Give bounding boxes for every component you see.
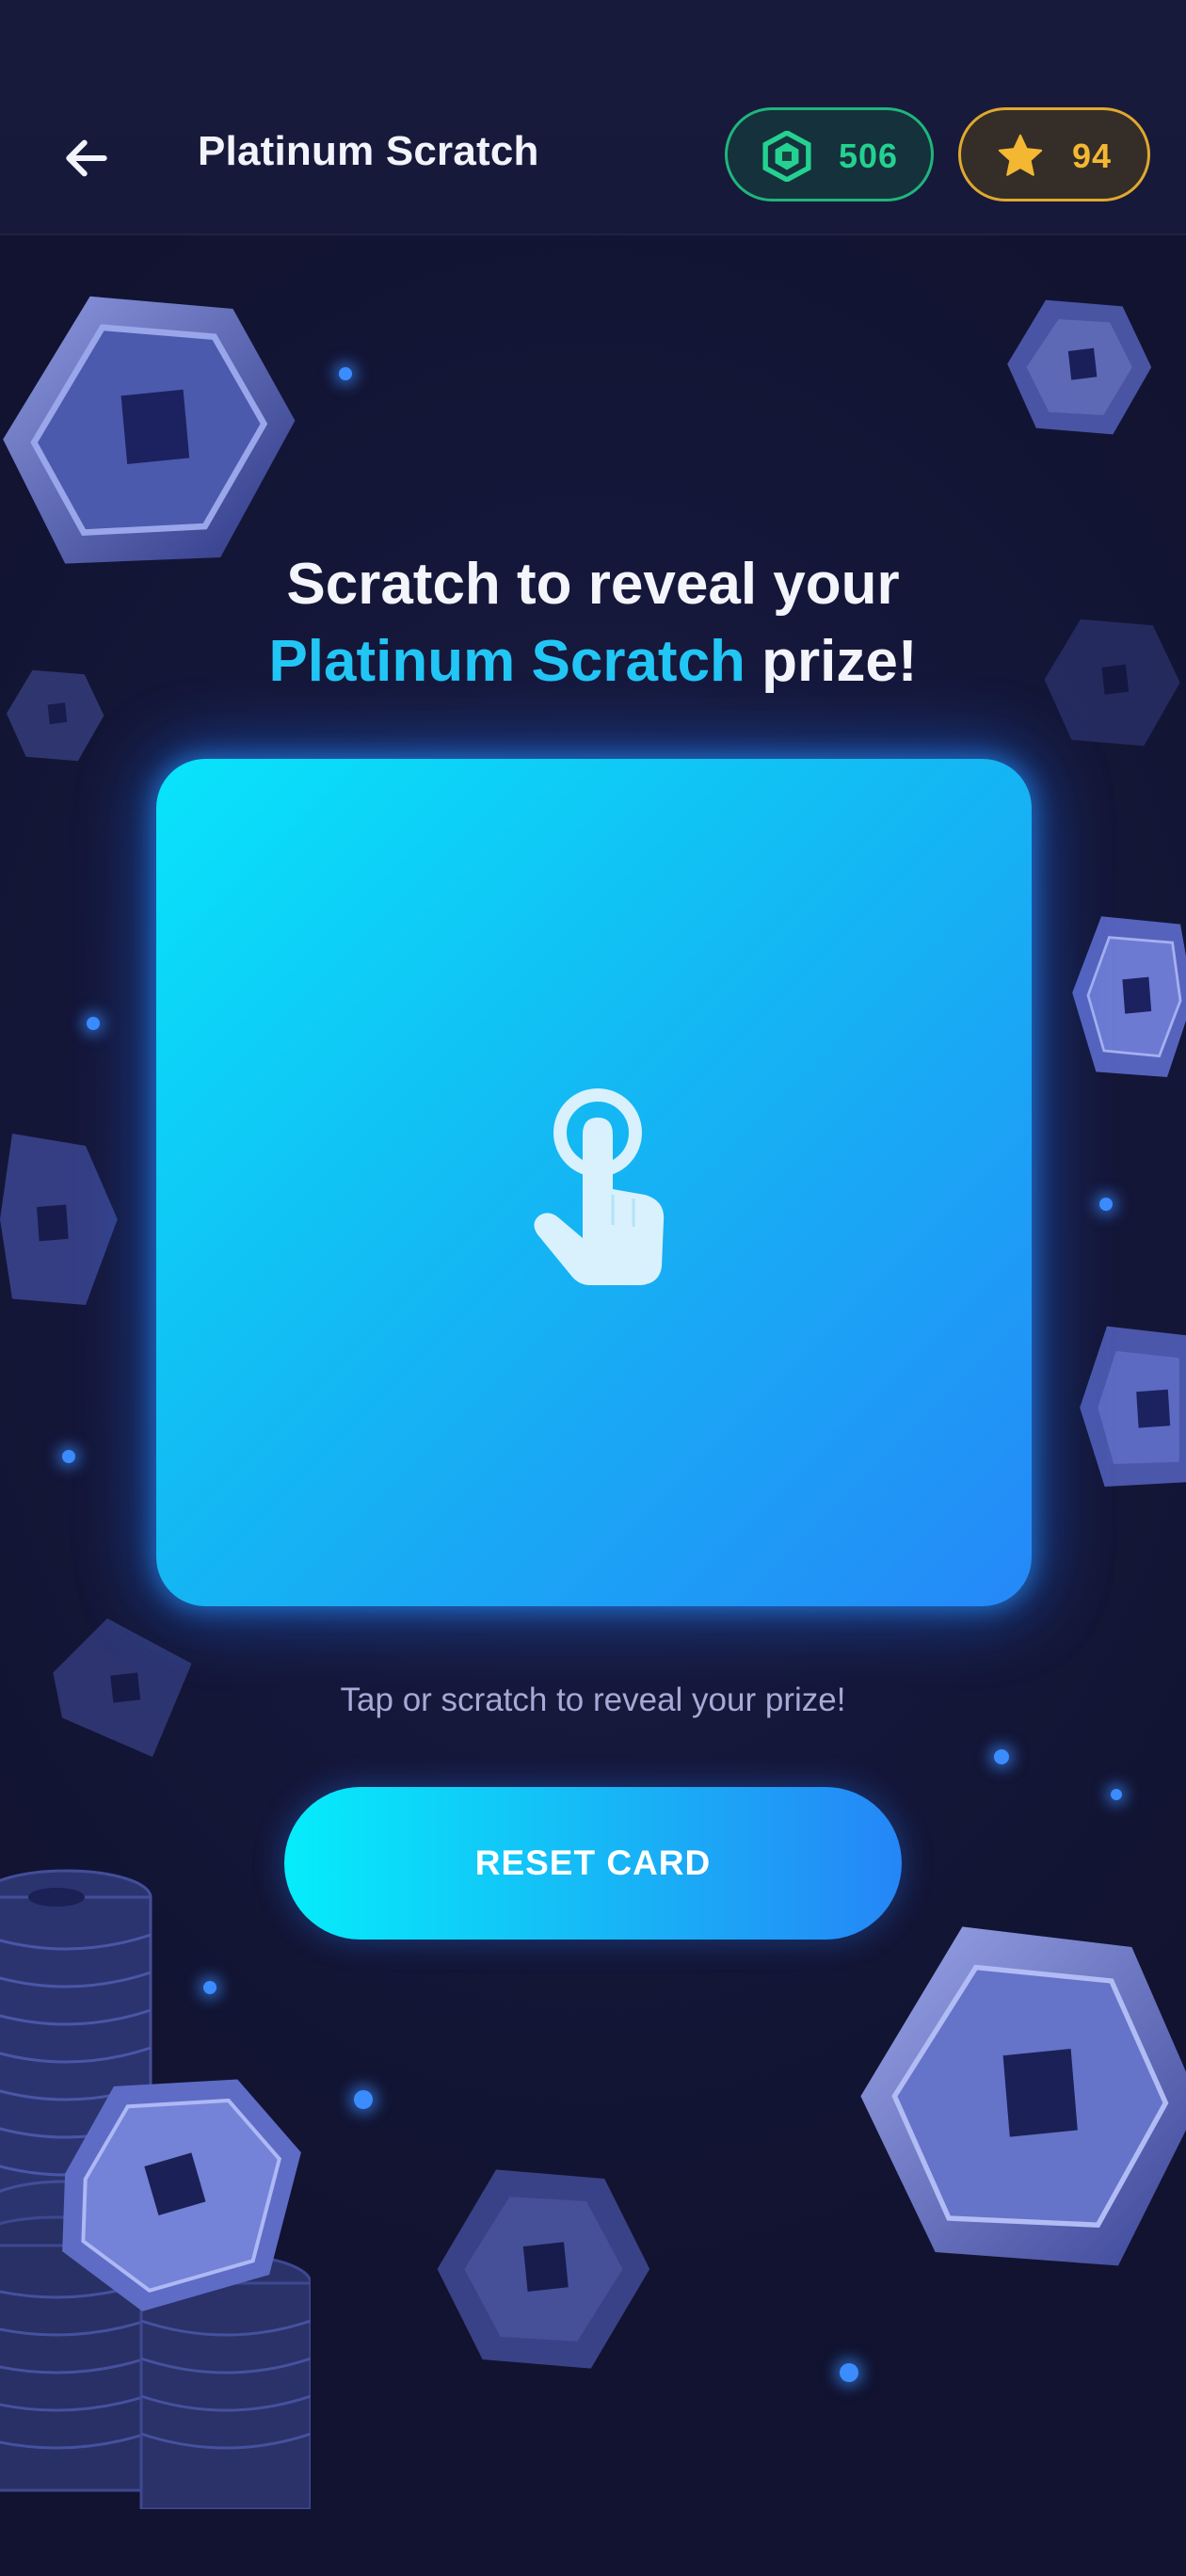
sparkle-dot xyxy=(840,2363,858,2382)
coin-decoration-icon xyxy=(1072,916,1186,1077)
sparkle-dot xyxy=(62,1450,75,1463)
scratch-headline: Scratch to reveal your Platinum Scratch … xyxy=(0,546,1186,700)
headline-line-1: Scratch to reveal your xyxy=(286,552,900,617)
star-balance-value: 94 xyxy=(1072,137,1113,175)
sparkle-dot xyxy=(339,367,352,380)
scratch-screen: Platinum Scratch 506 94 Scratch to revea… xyxy=(0,0,1186,2576)
coin-balance-value: 506 xyxy=(839,137,899,175)
coin-decoration-icon xyxy=(1080,1326,1186,1487)
coin-decoration-icon xyxy=(3,296,296,564)
page-title: Platinum Scratch xyxy=(198,128,539,174)
arrow-left-icon xyxy=(66,139,107,177)
reset-card-label: RESET CARD xyxy=(474,1843,712,1882)
coin-decoration-icon xyxy=(860,1926,1186,2266)
tap-hand-icon xyxy=(534,1088,665,1285)
coin-balance-badge[interactable]: 506 xyxy=(725,107,934,201)
sparkle-dot xyxy=(203,1981,216,1994)
sparkle-dot xyxy=(994,1749,1009,1764)
coin-decoration-icon xyxy=(0,1134,118,1305)
reset-card-button[interactable]: RESET CARD xyxy=(284,1787,902,1940)
star-balance-badge[interactable]: 94 xyxy=(958,107,1150,201)
headline-accent: Platinum Scratch xyxy=(268,629,745,694)
headline-line-2: Platinum Scratch prize! xyxy=(0,623,1186,700)
star-icon xyxy=(995,131,1046,182)
headline-suffix: prize! xyxy=(745,629,918,694)
scratch-card[interactable] xyxy=(156,759,1032,1606)
scratch-hint: Tap or scratch to reveal your prize! xyxy=(340,1682,846,1718)
back-button[interactable] xyxy=(49,121,124,196)
coin-decoration-icon xyxy=(437,2169,650,2369)
app-header: Platinum Scratch 506 94 xyxy=(0,0,1186,235)
sparkle-dot xyxy=(1111,1789,1122,1800)
sparkle-dot xyxy=(354,2090,373,2109)
sparkle-dot xyxy=(87,1017,100,1030)
sparkle-dot xyxy=(1099,1198,1113,1211)
coin-stack-icon xyxy=(0,1869,311,2509)
coin-decoration-icon xyxy=(1007,299,1152,435)
hexagon-coin-icon xyxy=(761,131,812,182)
